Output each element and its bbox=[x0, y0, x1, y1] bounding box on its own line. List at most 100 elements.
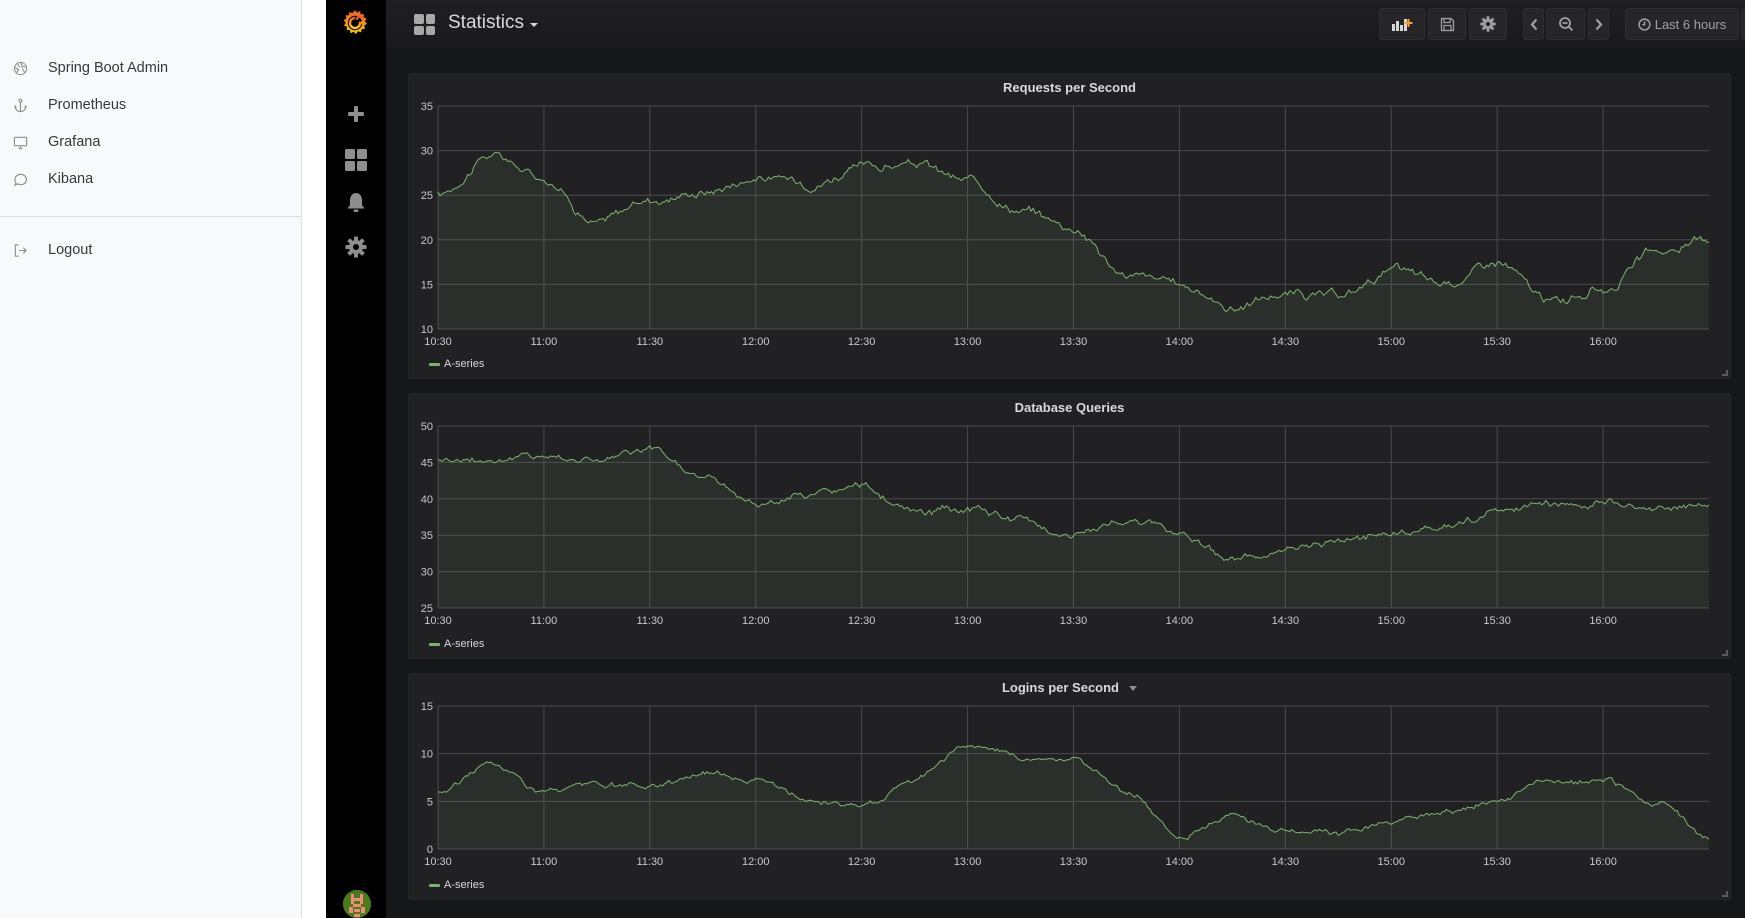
sidebar-item-kibana[interactable]: Kibana bbox=[12, 167, 93, 191]
x-tick-label: 16:00 bbox=[1589, 615, 1617, 627]
y-tick-label: 10 bbox=[421, 324, 433, 336]
legend-item[interactable]: A-series bbox=[429, 879, 484, 891]
x-tick-label: 13:00 bbox=[954, 615, 982, 627]
gear-icon[interactable] bbox=[326, 232, 386, 262]
sidebar-item-label: Prometheus bbox=[48, 97, 127, 113]
chat-bubble-icon bbox=[12, 171, 28, 187]
grafana-nav bbox=[326, 0, 386, 918]
x-tick-label: 11:30 bbox=[636, 336, 663, 348]
x-tick-label: 15:30 bbox=[1483, 336, 1511, 348]
chart-database-queries: 25 30 35 40 45 50 10:30 11:00 11:30 12:00 12:30 13:… bbox=[421, 421, 1710, 627]
add-panel-icon bbox=[1392, 19, 1413, 31]
sidebar-item-prometheus[interactable]: Prometheus bbox=[12, 93, 126, 117]
chart-requests-per-second: 10 15 20 25 30 35 10:30 11:00 11:30 12:00 12:30 13:… bbox=[421, 101, 1710, 348]
y-tick-label: 20 bbox=[421, 235, 433, 247]
y-tick-label: 10 bbox=[421, 749, 433, 761]
panel-database-queries: 25 30 35 40 45 50 10:30 11:00 11:30 12:00 12:30 13:… bbox=[408, 393, 1731, 659]
x-tick-label: 12:00 bbox=[742, 856, 770, 868]
time-range-label: Last 6 hours bbox=[1654, 16, 1727, 32]
panel-title[interactable]: Database Queries bbox=[409, 400, 1730, 415]
y-tick-label: 25 bbox=[421, 190, 433, 202]
panel-logins-per-second: 0 5 10 15 10:30 11:00 11:30 12:00 12:30 13:00 13:3… bbox=[408, 673, 1731, 900]
x-tick-label: 13:00 bbox=[954, 856, 982, 868]
x-tick-label: 15:00 bbox=[1377, 336, 1405, 348]
x-tick-label: 14:00 bbox=[1166, 856, 1194, 868]
y-tick-label: 30 bbox=[421, 146, 433, 158]
y-tick-label: 50 bbox=[421, 421, 433, 433]
dashboard-grid-icon[interactable] bbox=[414, 14, 435, 35]
panel-title-text: Logins per Second bbox=[1001, 680, 1119, 695]
zoom-out-button[interactable] bbox=[1546, 8, 1585, 40]
sidebar-item-grafana[interactable]: Grafana bbox=[12, 130, 100, 154]
x-tick-label: 11:30 bbox=[636, 615, 663, 627]
x-tick-label: 13:30 bbox=[1060, 615, 1088, 627]
legend-swatch bbox=[429, 362, 440, 366]
dashboard-topbar: Statistics Last 6 hours bbox=[386, 0, 1745, 48]
legend-swatch bbox=[429, 642, 440, 646]
sidebar-item-spring-boot-admin[interactable]: Spring Boot Admin bbox=[12, 56, 168, 80]
app-root: Spring Boot Admin Prometheus Grafana Kib… bbox=[0, 0, 1745, 918]
dashboard-settings-button[interactable] bbox=[1469, 8, 1507, 40]
panel-resize-handle[interactable] bbox=[1722, 370, 1728, 376]
sidebar-item-label: Grafana bbox=[48, 134, 101, 150]
grafana-logo[interactable] bbox=[339, 7, 371, 39]
legend-item[interactable]: A-series bbox=[429, 638, 484, 650]
panel-title[interactable]: Requests per Second bbox=[409, 80, 1730, 95]
x-tick-label: 11:00 bbox=[531, 336, 558, 348]
legend-label: A-series bbox=[444, 638, 485, 650]
dashboard-title-picker[interactable]: Statistics bbox=[448, 12, 539, 34]
y-tick-label: 15 bbox=[421, 701, 433, 713]
series-area bbox=[438, 745, 1709, 849]
y-tick-label: 15 bbox=[421, 279, 433, 291]
y-tick-label: 35 bbox=[421, 101, 433, 113]
app-sidebar: Spring Boot Admin Prometheus Grafana Kib… bbox=[0, 0, 302, 918]
cog-icon bbox=[1480, 16, 1496, 32]
x-tick-label: 16:00 bbox=[1589, 856, 1617, 868]
x-tick-label: 10:30 bbox=[424, 856, 452, 868]
panel-title[interactable]: Logins per Second bbox=[409, 680, 1730, 695]
legend-label: A-series bbox=[444, 358, 485, 370]
time-shift-back-button[interactable] bbox=[1523, 8, 1544, 40]
x-tick-label: 13:30 bbox=[1060, 856, 1088, 868]
panel-menu-caret-icon[interactable] bbox=[1129, 686, 1137, 692]
chevron-left-icon bbox=[1530, 18, 1537, 30]
x-tick-label: 12:00 bbox=[742, 336, 770, 348]
monitor-icon bbox=[12, 134, 28, 150]
dashboard-title: Statistics bbox=[448, 12, 525, 33]
x-tick-label: 13:00 bbox=[954, 336, 982, 348]
y-tick-label: 40 bbox=[421, 494, 433, 506]
legend-item[interactable]: A-series bbox=[429, 358, 484, 370]
anchor-icon bbox=[12, 97, 28, 113]
panel-resize-handle[interactable] bbox=[1722, 650, 1728, 656]
x-tick-label: 15:00 bbox=[1377, 856, 1405, 868]
refresh-button[interactable] bbox=[1741, 8, 1745, 40]
bell-icon[interactable] bbox=[326, 188, 386, 218]
x-tick-label: 14:30 bbox=[1272, 615, 1300, 627]
user-avatar[interactable] bbox=[343, 890, 371, 918]
x-tick-label: 15:30 bbox=[1483, 856, 1511, 868]
x-tick-label: 16:00 bbox=[1589, 336, 1617, 348]
save-dashboard-button[interactable] bbox=[1428, 8, 1466, 40]
y-tick-label: 45 bbox=[421, 457, 433, 469]
y-tick-label: 0 bbox=[427, 844, 433, 856]
time-shift-forward-button[interactable] bbox=[1588, 8, 1609, 40]
chevron-right-icon bbox=[1595, 18, 1602, 30]
legend-label: A-series bbox=[444, 879, 485, 891]
sidebar-divider bbox=[0, 216, 301, 217]
plus-icon[interactable] bbox=[326, 99, 386, 129]
x-tick-label: 14:00 bbox=[1166, 336, 1194, 348]
y-tick-label: 5 bbox=[427, 796, 433, 808]
sidebar-item-label: Kibana bbox=[48, 171, 94, 187]
dashboards-grid-icon[interactable] bbox=[326, 145, 386, 175]
logout-icon bbox=[12, 242, 28, 258]
clock-icon bbox=[1638, 17, 1651, 31]
add-panel-button[interactable] bbox=[1379, 8, 1425, 40]
save-icon bbox=[1440, 17, 1454, 31]
panel-title-text: Database Queries bbox=[1014, 400, 1125, 415]
logout-link[interactable]: Logout bbox=[12, 238, 92, 262]
panel-resize-handle[interactable] bbox=[1722, 891, 1728, 897]
x-tick-label: 12:30 bbox=[848, 615, 876, 627]
x-tick-label: 12:30 bbox=[848, 336, 876, 348]
y-tick-label: 25 bbox=[421, 603, 433, 615]
time-range-picker[interactable]: Last 6 hours bbox=[1625, 8, 1739, 40]
